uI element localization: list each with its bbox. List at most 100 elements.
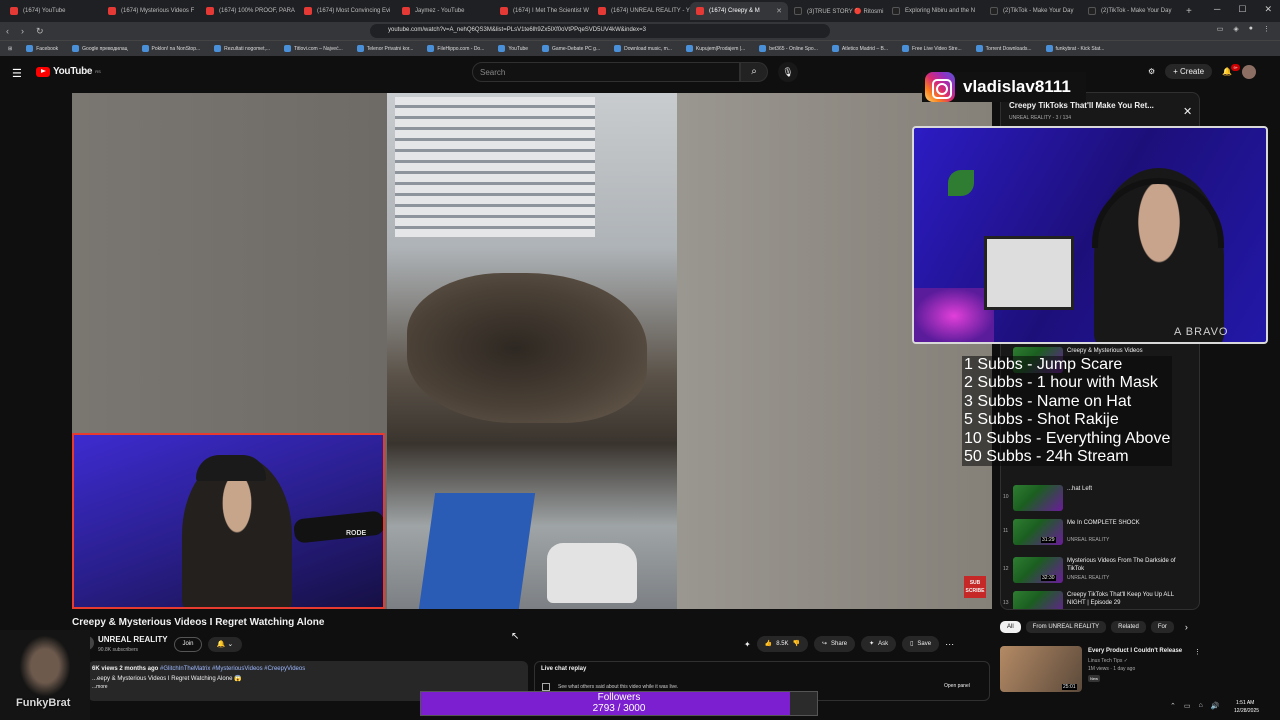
sparkle-icon[interactable]: ✦ [744, 640, 751, 649]
browser-tab[interactable]: (2)TikTok - Make Your Day [1082, 2, 1180, 20]
apps-icon[interactable]: ⊞ [8, 46, 12, 52]
bookmark-item[interactable]: Game-Debate PC g... [542, 45, 600, 52]
bookmark-item[interactable]: bet365 - Online Spo... [759, 45, 818, 52]
browser-tab[interactable]: (1674) Creepy & M ✕ [690, 2, 788, 20]
playlist-item-title[interactable]: Creepy TikToks That'll Keep You Up ALL N… [1067, 591, 1187, 607]
display-icon[interactable]: ▭ [1184, 702, 1191, 710]
bookmark-item[interactable]: Download music, m... [614, 45, 672, 52]
playlist-item-index: 13 [1003, 600, 1009, 606]
browser-tab[interactable]: (3)TRUE STORY 🔴 Ritosmi [788, 2, 886, 20]
recommended-video[interactable]: 25:01 Every Product I Couldn't Release ⋮… [1000, 646, 1201, 692]
youtube-favicon [10, 7, 18, 15]
chevron-right-icon[interactable]: › [1185, 622, 1188, 632]
bookmark-item[interactable]: Telenor Privatni kor... [356, 45, 413, 52]
ask-button[interactable]: ✦ Ask [861, 636, 897, 652]
browser-tab[interactable]: (1674) Most Convincing Evi [298, 2, 396, 20]
like-button[interactable]: 👍 8.5K 👎 [756, 636, 809, 652]
create-button[interactable]: + Create [1165, 64, 1213, 79]
notifications-button[interactable]: 🔔 9+ [1222, 64, 1240, 76]
avatar[interactable] [1242, 64, 1256, 79]
bookmark-item[interactable]: funkybrat - Kick Stat... [1045, 45, 1104, 52]
bookmark-item[interactable]: Rezultati nogomet,... [214, 45, 270, 52]
description-meta: 6K views 2 months ago [92, 666, 159, 672]
bookmark-item[interactable]: FileHippo.com - Do... [427, 45, 484, 52]
search-button[interactable]: ⌕ [740, 62, 768, 82]
bookmark-item[interactable]: Poklon! na NonStop... [141, 45, 200, 52]
bookmark-item[interactable]: Facebook [26, 45, 58, 52]
volume-icon[interactable]: 🔊 [1211, 702, 1220, 710]
clock-date[interactable]: 12/28/2025 [1234, 708, 1259, 714]
voice-search-button[interactable]: 🎙 [778, 62, 798, 82]
bookmark-favicon [614, 45, 622, 52]
hamburger-menu-icon[interactable]: ☰ [12, 67, 22, 80]
search-input[interactable]: Search [472, 62, 740, 82]
rec-channel[interactable]: Linus Tech Tips ✓ [1088, 658, 1128, 664]
maximize-icon[interactable]: ☐ [1238, 4, 1246, 15]
subscribed-bell-button[interactable]: 🔔 ⌄ [208, 637, 242, 652]
playlist-item[interactable]: 10 ...hat Left [1001, 483, 1199, 513]
playlist-item-title[interactable]: ...hat Left [1067, 485, 1187, 493]
browser-tab[interactable]: (1674) Mysterious Videos F [102, 2, 200, 20]
close-window-icon[interactable]: ✕ [1264, 4, 1272, 15]
close-icon[interactable]: ✕ [1183, 105, 1192, 118]
channel-name[interactable]: UNREAL REALITY [98, 635, 168, 644]
browser-menu-icon[interactable]: ⋮ [1263, 25, 1270, 33]
close-tab-icon[interactable]: ✕ [776, 7, 782, 15]
youtube-logo[interactable]: YouTube RS [36, 66, 101, 77]
description-more[interactable]: ...more [92, 684, 524, 691]
filter-chip[interactable]: From UNREAL REALITY [1025, 621, 1107, 633]
browser-tab[interactable]: (1674) 100% PROOF, PARA [200, 2, 298, 20]
youtube-play-icon [36, 66, 50, 77]
share-button[interactable]: ↪ Share [814, 636, 856, 652]
new-tab-icon[interactable]: + [1186, 6, 1192, 17]
playlist-thumbnail[interactable] [1013, 591, 1063, 609]
bookmark-favicon [26, 45, 34, 52]
bookmark-item[interactable]: Google преводилац [72, 45, 128, 52]
filter-chip[interactable]: All [1000, 621, 1021, 633]
browser-tab[interactable]: (2)TikTok - Make Your Day [984, 2, 1082, 20]
back-icon[interactable]: ‹ [6, 26, 9, 36]
browser-tab[interactable]: (1674) I Met The Scientist W [494, 2, 592, 20]
browser-tab[interactable]: Exploring Nibiru and the N [886, 2, 984, 20]
forward-icon[interactable]: › [21, 26, 24, 36]
filter-chip[interactable]: For [1150, 621, 1174, 633]
network-icon[interactable]: ⌂ [1199, 702, 1203, 710]
bookmark-item[interactable]: Titlovi.com – Najveć... [284, 45, 343, 52]
more-vert-icon[interactable]: ⋮ [1194, 648, 1201, 656]
cast-icon[interactable]: ▭ [1217, 25, 1224, 33]
playlist-item[interactable]: 12 32:30 Mysterious Videos From The Darksi… [1001, 555, 1199, 585]
minimize-icon[interactable]: ─ [1214, 4, 1220, 15]
filter-chip[interactable]: Related [1111, 621, 1146, 633]
profile-icon[interactable]: ● [1249, 25, 1253, 33]
playlist-title[interactable]: Creepy TikToks That'll Make You Ret... [1009, 101, 1179, 110]
playlist-thumbnail[interactable] [1013, 485, 1063, 511]
playlist-item-title[interactable]: Creepy & Mysterious Videos [1067, 347, 1187, 355]
playlist-item-title[interactable]: Mysterious Videos From The Darkside of T… [1067, 557, 1187, 573]
reload-icon[interactable]: ↻ [36, 26, 44, 37]
playlist-item-title[interactable]: Me In COMPLETE SHOCK [1067, 519, 1187, 527]
bookmark-item[interactable]: YouTube [498, 45, 528, 52]
subscribe-watermark[interactable]: SUB SCRIBE [964, 576, 986, 598]
bookmark-item[interactable]: Free Live Video Stre... [902, 45, 962, 52]
playlist-item[interactable]: 13 31:48 Creepy TikToks That'll Keep You U… [1001, 589, 1199, 609]
rec-title[interactable]: Every Product I Couldn't Release [1088, 648, 1182, 654]
chevron-up-icon[interactable]: ⌃ [1170, 702, 1176, 710]
save-button[interactable]: ▯ Save [902, 636, 940, 652]
join-button[interactable]: Join [174, 637, 202, 652]
thumbs-down-icon[interactable]: 👎 [793, 636, 800, 652]
more-actions-icon[interactable]: ⋯ [945, 639, 954, 650]
browser-tab[interactable]: (1674) UNREAL REALITY - Y [592, 2, 690, 20]
url-field[interactable]: youtube.com/watch?v=A_nehQ6QS3M&list=PLs… [370, 24, 830, 38]
browser-tab[interactable]: Jaymez - YouTube [396, 2, 494, 20]
playlist-item-index: 10 [1003, 494, 1009, 500]
open-panel-button[interactable]: Open panel [944, 683, 970, 689]
gear-icon[interactable]: ⚙ [1148, 67, 1155, 76]
extensions-icon[interactable]: ◈ [1233, 25, 1238, 33]
clock-time[interactable]: 1:51 AM [1236, 700, 1254, 706]
bookmark-item[interactable]: Torrent Downloads... [975, 45, 1032, 52]
bookmark-item[interactable]: Kupujem|Prodajem |... [685, 45, 745, 52]
browser-tab[interactable]: (1674) YouTube [4, 2, 102, 20]
playlist-item[interactable]: 11 31:29 Me In COMPLETE SHOCK UNREAL REALIT… [1001, 517, 1199, 547]
bookmark-item[interactable]: Atletico Madrid – B... [831, 45, 888, 52]
description-tags[interactable]: #GlitchInTheMatrix #MysteriousVideos #Cr… [160, 666, 305, 672]
